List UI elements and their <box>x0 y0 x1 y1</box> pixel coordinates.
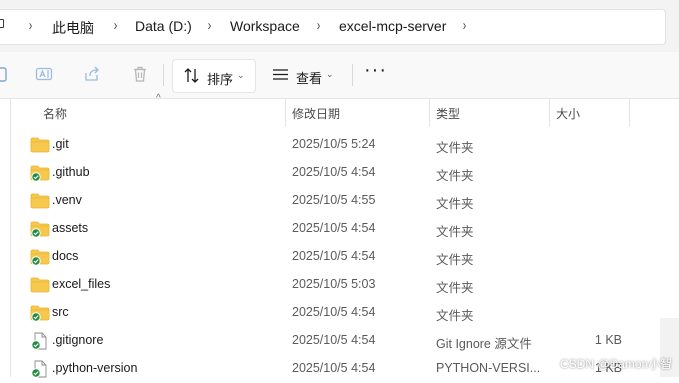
folder-icon <box>30 165 50 182</box>
list-item[interactable]: src 2025/10/5 4:54 文件夹 <box>0 299 630 327</box>
sort-ascending-icon: ^ <box>156 93 161 104</box>
file-type: 文件夹 <box>436 309 474 323</box>
chevron-down-icon: ⌄ <box>326 69 334 79</box>
file-modified: 2025/10/5 5:24 <box>292 137 376 151</box>
share-icon[interactable] <box>83 65 101 83</box>
column-divider[interactable] <box>629 99 630 127</box>
file-type: 文件夹 <box>436 225 474 239</box>
list-item[interactable]: .gitignore 2025/10/5 4:54 Git Ignore 源文件… <box>0 327 630 355</box>
rename-icon[interactable] <box>35 65 53 83</box>
file-modified: 2025/10/5 4:54 <box>292 361 376 375</box>
column-divider[interactable] <box>549 99 550 127</box>
breadcrumb-separator[interactable]: › <box>29 17 33 34</box>
toolbar-divider <box>352 64 353 86</box>
breadcrumb-item-this-pc[interactable]: 此电脑 <box>52 18 94 38</box>
file-type: 文件夹 <box>436 253 474 267</box>
file-icon <box>31 332 47 350</box>
sort-icon <box>184 68 199 83</box>
computer-icon <box>0 19 4 28</box>
watermark: CSDN @Damon小智 <box>560 357 673 371</box>
column-divider[interactable] <box>285 99 286 127</box>
view-list-icon <box>273 69 288 80</box>
file-size: 1 KB <box>594 333 622 347</box>
column-divider[interactable] <box>429 99 430 127</box>
breadcrumb[interactable] <box>0 9 666 45</box>
file-type: 文件夹 <box>436 197 474 211</box>
list-item[interactable]: .github 2025/10/5 4:54 文件夹 <box>0 159 630 187</box>
address-bar: › 此电脑 › Data (D:) › Workspace › excel-mc… <box>0 0 679 52</box>
file-type: 文件夹 <box>436 141 474 155</box>
file-name: docs <box>52 249 79 263</box>
file-name: src <box>52 305 69 319</box>
folder-icon <box>30 193 50 209</box>
folder-icon <box>30 305 50 322</box>
folder-icon <box>30 137 50 153</box>
file-icon <box>31 360 47 378</box>
list-item[interactable]: assets 2025/10/5 4:54 文件夹 <box>0 215 630 243</box>
folder-icon <box>30 249 50 266</box>
file-name: excel_files <box>52 277 111 291</box>
list-item[interactable]: excel_files 2025/10/5 5:03 文件夹 <box>0 271 630 299</box>
column-header-name[interactable]: 名称 <box>43 105 67 122</box>
file-modified: 2025/10/5 4:54 <box>292 305 376 319</box>
file-type: Git Ignore 源文件 <box>436 337 532 351</box>
column-header-type[interactable]: 类型 <box>436 105 460 122</box>
file-modified: 2025/10/5 4:54 <box>292 333 376 347</box>
file-modified: 2025/10/5 4:54 <box>292 165 376 179</box>
command-bar: 排序 ⌄ 查看 ⌄ ··· <box>0 52 679 99</box>
chevron-down-icon: ⌄ <box>237 70 245 80</box>
column-header-modified[interactable]: 修改日期 <box>292 105 340 122</box>
file-modified: 2025/10/5 5:03 <box>292 277 376 291</box>
breadcrumb-expand-chevron[interactable]: › <box>463 17 467 34</box>
list-item[interactable]: .python-version 2025/10/5 4:54 PYTHON-VE… <box>0 355 630 383</box>
sort-button[interactable]: 排序 ⌄ <box>172 59 256 93</box>
folder-icon <box>30 277 50 293</box>
breadcrumb-separator[interactable]: › <box>114 17 118 34</box>
file-type: 文件夹 <box>436 281 474 295</box>
file-name: .venv <box>52 193 82 207</box>
file-name: .gitignore <box>52 333 104 347</box>
file-type: PYTHON-VERSI... <box>436 361 541 375</box>
file-name: .github <box>52 165 90 179</box>
folder-icon <box>30 221 50 238</box>
copy-icon[interactable] <box>0 65 10 83</box>
breadcrumb-item-workspace[interactable]: Workspace <box>230 18 300 34</box>
list-item[interactable]: .venv 2025/10/5 4:55 文件夹 <box>0 187 630 215</box>
toolbar-divider <box>163 64 164 86</box>
list-item[interactable]: docs 2025/10/5 4:54 文件夹 <box>0 243 630 271</box>
view-label: 查看 <box>296 71 323 86</box>
file-modified: 2025/10/5 4:54 <box>292 249 376 263</box>
column-header-row: ^ 名称 修改日期 类型 大小 <box>0 93 679 127</box>
delete-icon[interactable] <box>131 65 149 83</box>
file-name: assets <box>52 221 89 235</box>
view-button[interactable]: 查看 ⌄ <box>262 59 344 91</box>
more-options-button[interactable]: ··· <box>364 59 387 82</box>
breadcrumb-item-drive[interactable]: Data (D:) <box>135 18 192 34</box>
list-item[interactable]: .git 2025/10/5 5:24 文件夹 <box>0 131 630 159</box>
breadcrumb-separator[interactable]: › <box>208 17 212 34</box>
breadcrumb-separator[interactable]: › <box>317 17 321 34</box>
breadcrumb-item-current-folder[interactable]: excel-mcp-server <box>339 18 446 34</box>
file-name: .python-version <box>52 361 138 375</box>
file-modified: 2025/10/5 4:54 <box>292 221 376 235</box>
file-name: .git <box>52 137 69 151</box>
file-modified: 2025/10/5 4:55 <box>292 193 376 207</box>
sort-label: 排序 <box>207 72 234 87</box>
file-type: 文件夹 <box>436 169 474 183</box>
column-header-size[interactable]: 大小 <box>556 105 580 122</box>
